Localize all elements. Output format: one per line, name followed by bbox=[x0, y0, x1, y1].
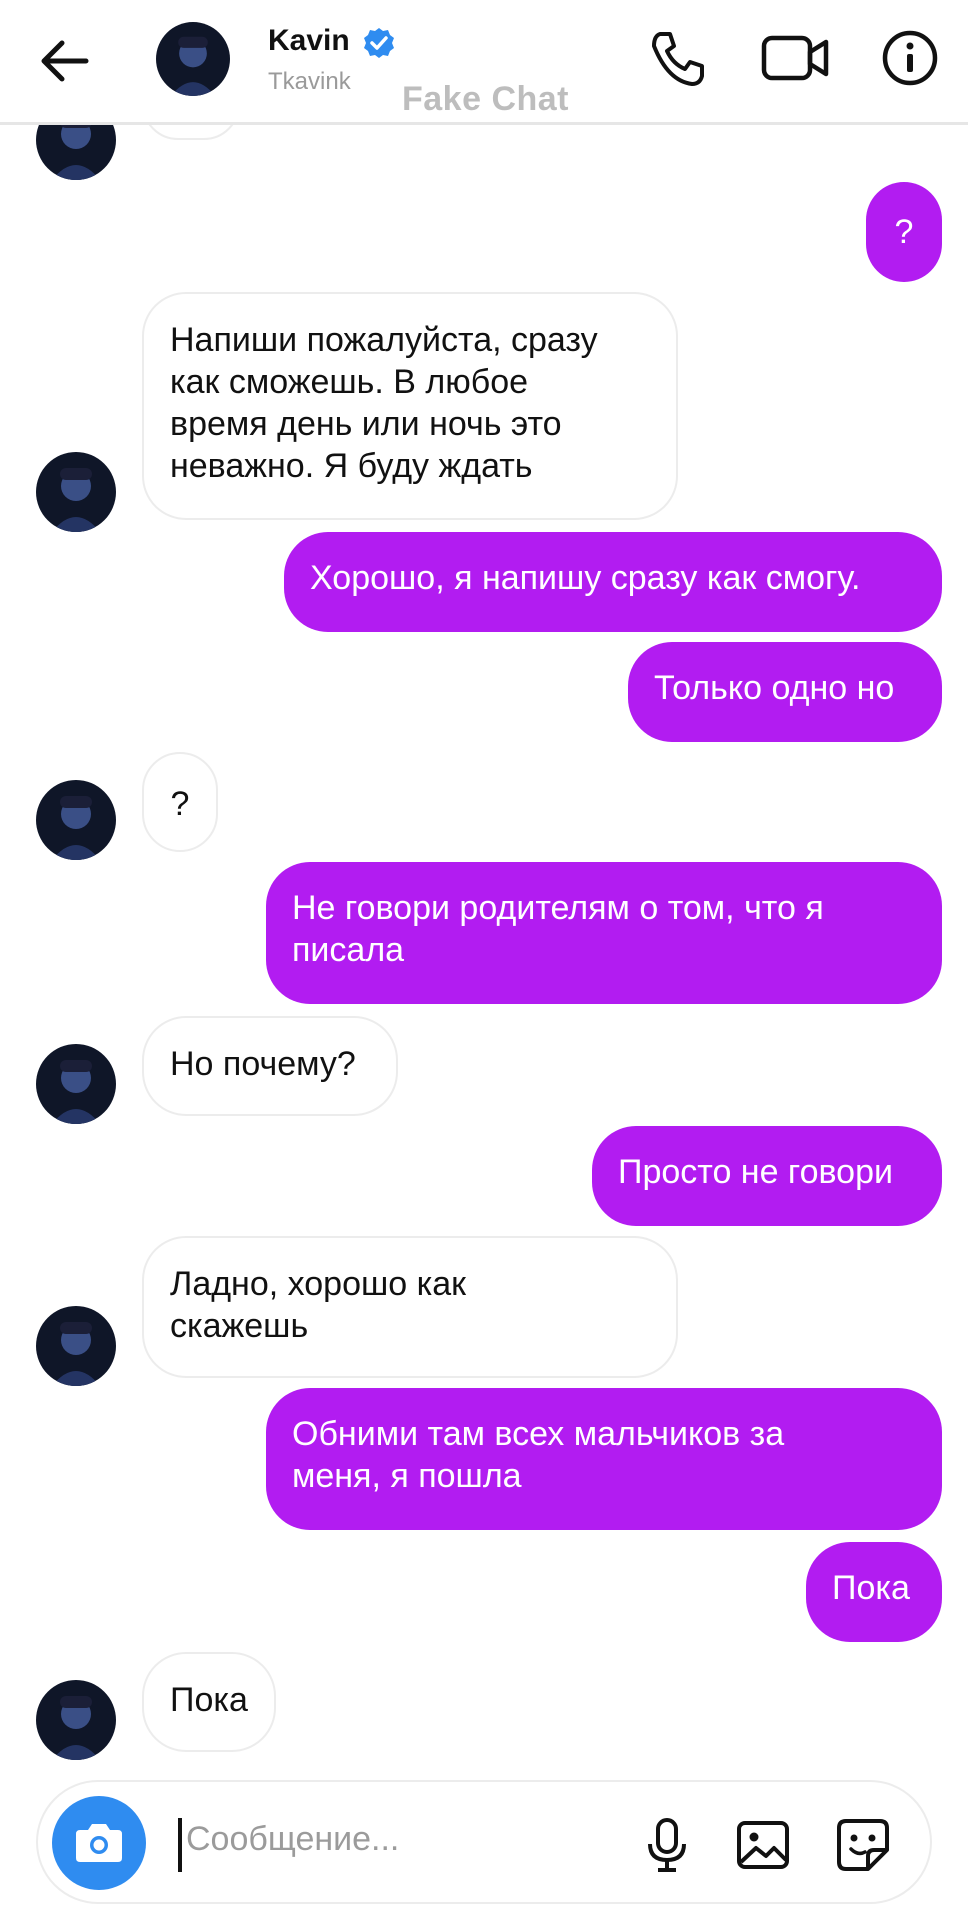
contact-avatar[interactable] bbox=[36, 1306, 116, 1386]
message-input[interactable]: Сообщение... bbox=[186, 1820, 399, 1859]
message-bubble-outgoing: Пока bbox=[806, 1542, 942, 1642]
phone-icon[interactable] bbox=[646, 26, 710, 90]
message-bubble-incoming: ? bbox=[142, 752, 218, 852]
text-cursor bbox=[178, 1818, 182, 1872]
camera-icon[interactable] bbox=[52, 1796, 146, 1890]
message-bubble-outgoing: Не говори родителям о том, что я писала bbox=[266, 862, 942, 1004]
back-arrow-icon[interactable] bbox=[36, 36, 92, 86]
video-camera-icon[interactable] bbox=[760, 26, 832, 90]
message-bubble-incoming: Напиши пожалуйста, сразу как сможешь. В … bbox=[142, 292, 678, 520]
verified-badge-icon bbox=[362, 26, 396, 60]
message-bubble-outgoing: Обними там всех мальчиков за меня, я пош… bbox=[266, 1388, 942, 1530]
message-bubble-incoming: Ладно, хорошо как скажешь bbox=[142, 1236, 678, 1378]
message-bubble-outgoing: Только одно но bbox=[628, 642, 942, 742]
gallery-icon[interactable] bbox=[734, 1816, 792, 1874]
header-avatar[interactable] bbox=[156, 22, 230, 96]
contact-avatar[interactable] bbox=[36, 780, 116, 860]
message-bubble-incoming: Но почему? bbox=[142, 1016, 398, 1116]
microphone-icon[interactable] bbox=[638, 1816, 696, 1874]
contact-avatar[interactable] bbox=[36, 452, 116, 532]
contact-name[interactable]: Kavin bbox=[268, 24, 350, 58]
message-bubble-outgoing: Хорошо, я напишу сразу как смогу. bbox=[284, 532, 942, 632]
message-bubble-outgoing: ? bbox=[866, 182, 942, 282]
contact-handle: Tkavink bbox=[268, 68, 351, 95]
contact-avatar[interactable] bbox=[36, 1680, 116, 1760]
info-icon[interactable] bbox=[878, 26, 942, 90]
sticker-icon[interactable] bbox=[834, 1816, 892, 1874]
message-composer: Сообщение... bbox=[36, 1780, 932, 1904]
message-bubble-outgoing: Просто не говори bbox=[592, 1126, 942, 1226]
watermark: Fake Chat bbox=[402, 80, 569, 118]
chat-header: Kavin Tkavink Fake Chat bbox=[0, 0, 968, 125]
chat-thread[interactable]: Стой! ? Напиши пожалуйста, сразу как смо… bbox=[0, 0, 968, 1920]
contact-avatar[interactable] bbox=[36, 1044, 116, 1124]
message-bubble-incoming: Пока bbox=[142, 1652, 276, 1752]
